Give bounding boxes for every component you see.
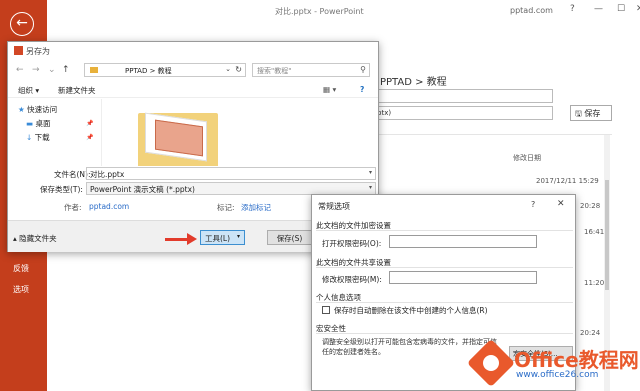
hide-folders-label: 隐藏文件夹 bbox=[19, 234, 57, 243]
chevron-down-icon[interactable]: ▾ bbox=[369, 184, 372, 191]
maximize-icon[interactable]: ☐ bbox=[617, 4, 625, 14]
search-box[interactable]: 搜索"教程" ⚲ bbox=[252, 63, 370, 77]
help-icon[interactable]: ? bbox=[570, 4, 575, 14]
hide-folders-toggle[interactable]: ▴ 隐藏文件夹 bbox=[13, 233, 57, 244]
file-date: 11:20 bbox=[584, 279, 605, 287]
view-options-icon[interactable]: ▦ ▾ bbox=[323, 85, 336, 94]
filetype-label: 保存类型(T): bbox=[40, 185, 83, 194]
up-icon[interactable]: ↑ bbox=[62, 65, 70, 75]
address-path: PPTAD > 教程 bbox=[125, 67, 172, 75]
window-titlebar: 对比.pptx - PowerPoint pptad.com ? — ☐ ✕ bbox=[47, 0, 640, 22]
file-date: 2017/12/11 15:29 bbox=[536, 177, 599, 185]
modify-password-input[interactable] bbox=[389, 271, 537, 284]
rail-item-options[interactable]: 选项 bbox=[13, 284, 29, 295]
tree-item-label: 下载 bbox=[34, 133, 50, 142]
divider bbox=[316, 302, 573, 303]
divider bbox=[316, 333, 573, 334]
annotation-arrow bbox=[165, 238, 189, 241]
pin-icon: 📌 bbox=[86, 120, 94, 127]
search-input[interactable]: 搜索"教程" bbox=[257, 66, 291, 76]
save-icon: 🖫 bbox=[575, 109, 585, 118]
open-password-label: 打开权限密码(O): bbox=[322, 239, 382, 248]
pin-icon: 📌 bbox=[86, 134, 94, 141]
dialog-titlebar: 另存为 bbox=[8, 42, 378, 60]
file-list bbox=[103, 99, 378, 166]
tree-item-quick-access[interactable]: ★ 快速访问 bbox=[18, 104, 57, 115]
recent-locations-icon[interactable]: ⌄ bbox=[48, 65, 56, 75]
backstage-save-button[interactable]: 🖫 保存 bbox=[570, 105, 612, 121]
help-icon[interactable]: ? bbox=[531, 200, 535, 209]
file-date: 20:28 bbox=[580, 202, 601, 210]
modify-password-label: 修改权限密码(M): bbox=[322, 275, 382, 284]
open-password-input[interactable] bbox=[389, 235, 537, 248]
account-name[interactable]: pptad.com bbox=[510, 6, 553, 15]
navigation-pane: ★ 快速访问 ▬ 桌面 📌 ↓ 下载 📌 bbox=[8, 99, 102, 166]
watermark-url: www.office26.com bbox=[516, 370, 599, 380]
back-arrow-icon[interactable]: ← bbox=[10, 12, 34, 36]
filename-field[interactable]: 对比.pptx ▾ bbox=[86, 167, 376, 180]
modified-date-header[interactable]: 修改日期 bbox=[513, 153, 541, 163]
save-button[interactable]: 保存(S) bbox=[267, 230, 312, 245]
office-logo-inner bbox=[483, 355, 499, 371]
add-tags-link[interactable]: 添加标记 bbox=[241, 202, 271, 213]
tree-item-label: 桌面 bbox=[35, 119, 51, 128]
organize-menu[interactable]: 组织 ▾ bbox=[18, 85, 39, 96]
filename-value: 对比.pptx bbox=[90, 170, 125, 179]
watermark-title: Office教程网 bbox=[514, 348, 639, 372]
dialog-title: 常规选项 bbox=[318, 202, 350, 211]
tree-item-downloads[interactable]: ↓ 下载 bbox=[26, 132, 50, 143]
tags-label: 标记: bbox=[217, 203, 235, 212]
minimize-icon[interactable]: — bbox=[594, 4, 603, 14]
tools-label: 工具(L) bbox=[205, 234, 231, 243]
navigation-bar: ← → ⌄ ↑ PPTAD > 教程 ⌄ ↻ 搜索"教程" ⚲ bbox=[8, 62, 378, 80]
remove-personal-info-checkbox[interactable] bbox=[322, 306, 330, 314]
back-icon[interactable]: ← bbox=[16, 65, 24, 75]
new-folder-button[interactable]: 新建文件夹 bbox=[58, 85, 96, 96]
tools-button[interactable]: 工具(L) ▾ bbox=[200, 230, 245, 245]
chevron-down-icon[interactable]: ▾ bbox=[369, 169, 372, 176]
filetype-value: PowerPoint 演示文稿 (*.pptx) bbox=[90, 185, 195, 194]
backstage-filename-field[interactable] bbox=[373, 89, 553, 103]
file-date: 16:41 bbox=[584, 228, 605, 236]
divider bbox=[316, 267, 573, 268]
search-icon[interactable]: ⚲ bbox=[360, 65, 366, 74]
remove-personal-info-label[interactable]: 保存时自动删除在该文件中创建的个人信息(R) bbox=[334, 305, 488, 316]
tree-item-desktop[interactable]: ▬ 桌面 bbox=[26, 118, 50, 129]
refresh-icon[interactable]: ↻ bbox=[235, 65, 242, 74]
scrollbar-thumb[interactable] bbox=[605, 180, 609, 290]
close-icon[interactable]: ✕ bbox=[636, 4, 640, 14]
download-icon: ↓ bbox=[26, 133, 35, 142]
backstage-type-field[interactable]: ptx) bbox=[373, 106, 553, 120]
chevron-down-icon[interactable]: ⌄ bbox=[225, 65, 231, 73]
divider bbox=[316, 230, 573, 231]
window-title: 对比.pptx - PowerPoint bbox=[275, 7, 364, 16]
chevron-down-icon: ▾ bbox=[237, 233, 241, 240]
backstage-breadcrumb: PPTAD > 教程 bbox=[380, 77, 447, 88]
close-icon[interactable]: ✕ bbox=[557, 199, 565, 209]
powerpoint-icon bbox=[14, 46, 23, 55]
backstage-save-label: 保存 bbox=[584, 109, 601, 118]
forward-icon[interactable]: → bbox=[32, 65, 40, 75]
dialog-toolbar: 组织 ▾ 新建文件夹 ▦ ▾ ? bbox=[8, 82, 378, 98]
help-icon[interactable]: ? bbox=[360, 85, 364, 94]
star-icon: ★ bbox=[18, 105, 28, 114]
author-label: 作者: bbox=[64, 203, 82, 212]
tree-item-label: 快速访问 bbox=[27, 105, 58, 114]
annotation-arrow-head bbox=[187, 233, 197, 245]
address-bar[interactable]: PPTAD > 教程 ⌄ ↻ bbox=[84, 63, 246, 77]
dialog-title: 另存为 bbox=[26, 47, 50, 56]
watermark: Office教程网 www.office26.com bbox=[466, 338, 640, 391]
rail-item-feedback[interactable]: 反馈 bbox=[13, 263, 29, 274]
author-link[interactable]: pptad.com bbox=[89, 202, 129, 211]
file-date: 20:24 bbox=[580, 329, 601, 337]
folder-icon bbox=[90, 67, 98, 73]
